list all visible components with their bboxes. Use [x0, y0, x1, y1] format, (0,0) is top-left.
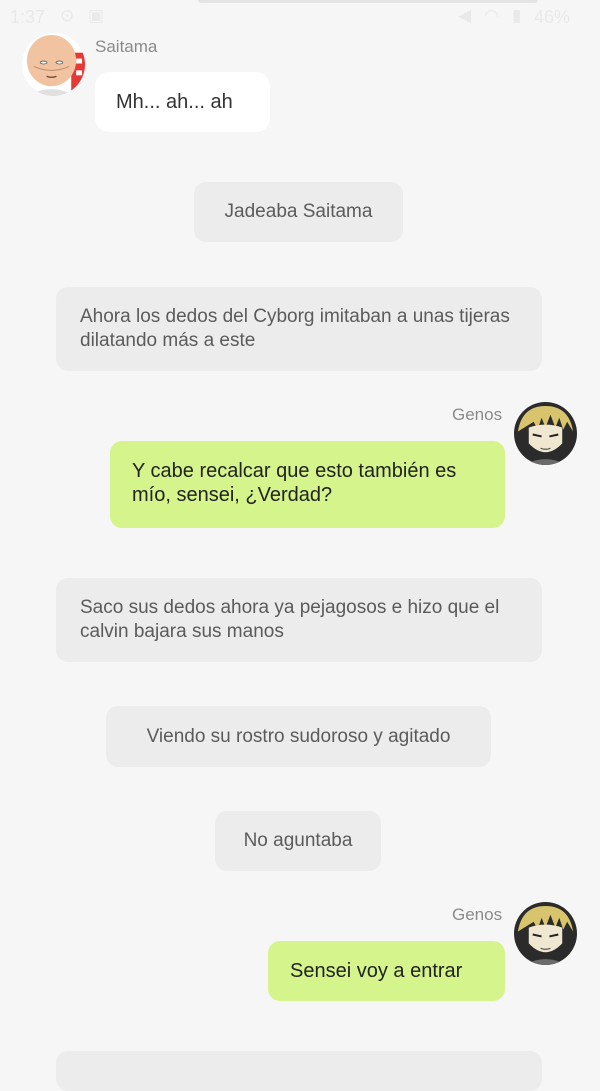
- previous-message-edge: [198, 0, 538, 3]
- saitama-avatar[interactable]: [22, 33, 85, 96]
- genos-avatar[interactable]: [514, 902, 577, 965]
- sender-name: Genos: [452, 405, 503, 424]
- genos-avatar-image: [514, 902, 577, 965]
- gallery-icon: ▣: [88, 6, 105, 25]
- status-time: 1:37: [10, 7, 46, 27]
- genos-avatar-image: [514, 402, 577, 465]
- outgoing-message-bubble[interactable]: Y cabe recalcar que esto también es mío,…: [110, 441, 505, 528]
- narration-bubble: Jadeaba Saitama: [194, 182, 403, 242]
- narration-bubble: No aguntaba: [215, 811, 381, 871]
- narration-bubble: Saco sus dedos ahora ya pejagosos e hizo…: [56, 578, 542, 662]
- narration-bubble: Viendo su rostro sudoroso y agitado: [106, 706, 491, 767]
- sender-name: Saitama: [95, 37, 158, 56]
- saitama-avatar-image: [22, 33, 85, 96]
- wifi-icon: ◠: [484, 6, 499, 25]
- outgoing-message-bubble[interactable]: Sensei voy a entrar: [268, 941, 505, 1001]
- notification-icon: ⊙: [60, 6, 75, 25]
- signal-icon: ▮: [512, 6, 522, 25]
- narration-bubble: Ahora los dedos del Cyborg imitaban a un…: [56, 287, 542, 371]
- narration-bubble-partial: [56, 1051, 542, 1091]
- battery-level: 46%: [534, 7, 571, 27]
- sender-name: Genos: [452, 905, 503, 924]
- genos-avatar[interactable]: [514, 402, 577, 465]
- status-bar: 1:37 ⊙ ▣ ◀ ◠ ▮ 46%: [0, 0, 600, 34]
- mute-icon: ◀: [458, 6, 472, 25]
- incoming-message-bubble[interactable]: Mh... ah... ah: [95, 72, 270, 132]
